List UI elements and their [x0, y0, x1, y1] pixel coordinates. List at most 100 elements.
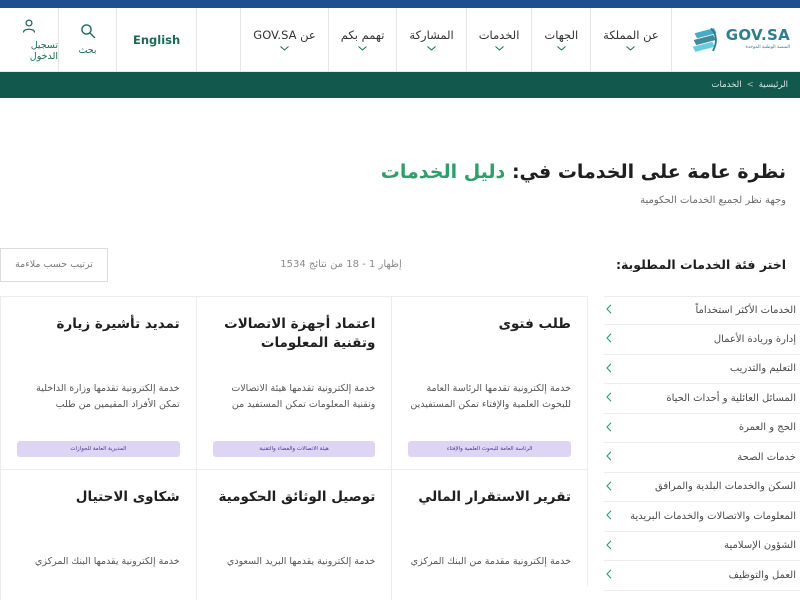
- service-card-description: خدمة إلكترونية تقدمها هيئة الاتصالات وتق…: [231, 382, 376, 411]
- service-card[interactable]: اعتماد أجهزة الاتصالات وتقنية المعلومات …: [195, 296, 392, 470]
- chevron-left-icon: [606, 333, 612, 345]
- sidebar-item-islamic-affairs[interactable]: الشؤون الإسلامية: [604, 532, 800, 562]
- services-grid: طلب فتوى خدمة إلكترونية تقدمها الرئاسة ا…: [0, 295, 588, 600]
- service-card-title: اعتماد أجهزة الاتصالات وتقنية المعلومات: [224, 315, 376, 352]
- chevron-left-icon: [606, 510, 612, 522]
- nav-item-we-care[interactable]: تهمم بكم: [327, 8, 397, 71]
- sidebar-item-labor-employment[interactable]: العمل والتوظيف: [604, 561, 800, 591]
- chevron-down-icon: [358, 46, 367, 51]
- nav-item-label: تهمم بكم: [340, 28, 385, 42]
- service-card-provider-badge: هيئة الاتصالات والفضاء والتقنية: [212, 440, 376, 457]
- login-button[interactable]: تسجيل الدخول: [0, 8, 58, 71]
- chevron-left-icon: [606, 392, 612, 404]
- search-button-label: بحث: [78, 45, 97, 56]
- chevron-down-icon: [556, 46, 566, 51]
- service-card-description: خدمة إلكترونية يقدمها البنك المركزي: [34, 555, 180, 567]
- chevron-left-icon: [606, 451, 612, 463]
- service-card-description: خدمة إلكترونية تقدمها وزارة الداخلية تمك…: [36, 382, 180, 411]
- results-toolbar: اختر فئة الخدمات المطلوبة: إظهار 1 - 18 …: [0, 247, 800, 282]
- page-subtitle: وجهة نظر لجميع الخدمات الحكومية: [640, 194, 786, 206]
- service-card-description: خدمة إلكترونية تقدمها الرئاسة العامة للب…: [410, 382, 571, 411]
- nav-item-about-govsa[interactable]: عن GOV.SA: [240, 8, 327, 71]
- breadcrumb: الرئيسية > الخدمات: [712, 80, 788, 90]
- sidebar-item-label: السكن والخدمات البلدية والمرافق: [655, 481, 796, 493]
- sidebar-item-label: خدمات الصحة: [737, 451, 796, 463]
- sidebar-item-label: العمل والتوظيف: [728, 569, 796, 581]
- sidebar-item-education[interactable]: التعليم والتدريب: [604, 355, 800, 385]
- chevron-left-icon: [606, 422, 612, 434]
- chevron-down-icon: [494, 46, 504, 51]
- service-card-title: تقرير الاستقرار المالي: [418, 488, 571, 505]
- chevron-down-icon: [626, 46, 636, 51]
- page-title-prefix: نظرة عامة على الخدمات في:: [511, 161, 786, 183]
- language-toggle-label: English: [133, 32, 181, 47]
- page-title: نظرة عامة على الخدمات في: دليل الخدمات: [0, 160, 786, 185]
- search-button[interactable]: بحث: [58, 8, 116, 71]
- chevron-left-icon: [606, 304, 612, 316]
- govsa-swoosh-icon: [692, 27, 717, 52]
- sidebar-item-label: الحج و العمرة: [738, 422, 796, 434]
- sidebar-item-hajj-umrah[interactable]: الحج و العمرة: [604, 414, 800, 444]
- service-card-title: شكاوى الاحتيال: [75, 488, 180, 505]
- nav-item-label: عن GOV.SA: [253, 28, 316, 42]
- nav-item-label: عن المملكة: [603, 28, 659, 42]
- chevron-left-icon: [606, 363, 612, 375]
- service-card[interactable]: توصيل الوثائق الحكومية خدمة إلكترونية يق…: [195, 469, 392, 600]
- service-card-description: خدمة إلكترونية مقدمة من البنك المركزي: [410, 555, 571, 567]
- nav-item-label: الجهات: [544, 28, 579, 42]
- service-card-description: خدمة إلكترونية يقدمها البريد السعودي: [226, 555, 376, 567]
- results-count: إظهار 1 - 18 من نتائج 1534: [280, 259, 402, 271]
- sidebar-item-label: إدارة وريادة الأعمال: [713, 333, 796, 345]
- nav-item-participation[interactable]: المشاركة: [396, 8, 465, 71]
- nav-item-label: المشاركة: [409, 28, 454, 42]
- sidebar-item-label: الشؤون الإسلامية: [724, 540, 796, 552]
- sort-dropdown-label: ترتيب حسب ملاءمة: [15, 259, 93, 271]
- sidebar-item-family[interactable]: المسائل العائلية و أحداث الحياة: [604, 384, 800, 414]
- sidebar-item-label: التعليم والتدريب: [729, 363, 796, 375]
- user-icon: [21, 18, 37, 37]
- service-card[interactable]: تمديد تأشيرة زيارة خدمة إلكترونية تقدمها…: [0, 296, 196, 470]
- breadcrumb-separator: >: [746, 80, 754, 90]
- service-card-title: توصيل الوثائق الحكومية: [218, 488, 376, 505]
- breadcrumb-home[interactable]: الرئيسية: [759, 80, 788, 90]
- chevron-left-icon: [606, 540, 612, 552]
- filter-heading: اختر فئة الخدمات المطلوبة:: [615, 257, 786, 273]
- brand-tagline: المنصة الوطنية الموحدة: [745, 45, 790, 51]
- nav-item-label: الخدمات: [478, 28, 520, 42]
- sidebar-item-label: المسائل العائلية و أحداث الحياة: [666, 392, 796, 404]
- breadcrumb-current[interactable]: الخدمات: [712, 80, 742, 90]
- service-card-provider-badge: الرئاسة العامة للبحوث العلمية والإفتاء: [408, 440, 571, 457]
- page-header: نظرة عامة على الخدمات في: دليل الخدمات و…: [0, 98, 800, 206]
- category-sidebar: الخدمات الأكثر استخداماً إدارة وريادة ال…: [588, 295, 800, 591]
- breadcrumb-bar: الرئيسية > الخدمات: [0, 72, 800, 98]
- sort-dropdown[interactable]: ترتيب حسب ملاءمة: [0, 247, 108, 282]
- sidebar-item-label: المعلومات والاتصالات والخدمات البريدية: [630, 510, 796, 522]
- service-card[interactable]: تقرير الاستقرار المالي خدمة إلكترونية مق…: [391, 469, 587, 600]
- main-navbar: GOV.SA المنصة الوطنية الموحدة عن المملكة…: [0, 8, 800, 72]
- nav-item-entities[interactable]: الجهات: [531, 8, 590, 71]
- chevron-down-icon: [280, 46, 289, 51]
- service-card-title: طلب فتوى: [498, 315, 571, 332]
- page-title-accent: دليل الخدمات: [380, 161, 506, 183]
- top-accent-strip: [0, 0, 800, 8]
- sidebar-item-label: الخدمات الأكثر استخداماً: [695, 304, 796, 316]
- nav-item-about-kingdom[interactable]: عن المملكة: [590, 8, 671, 71]
- sidebar-item-housing[interactable]: السكن والخدمات البلدية والمرافق: [604, 473, 800, 503]
- sidebar-item-health[interactable]: خدمات الصحة: [604, 443, 800, 473]
- chevron-left-icon: [606, 481, 612, 493]
- chevron-down-icon: [427, 46, 436, 51]
- login-button-label: تسجيل الدخول: [29, 39, 58, 62]
- search-icon: [80, 23, 96, 42]
- service-card-title: تمديد تأشيرة زيارة: [56, 315, 180, 332]
- sidebar-item-ict-postal[interactable]: المعلومات والاتصالات والخدمات البريدية: [604, 502, 800, 532]
- content-area: الخدمات الأكثر استخداماً إدارة وريادة ال…: [0, 295, 800, 600]
- navbar-spacer: [196, 8, 240, 71]
- language-toggle[interactable]: English: [116, 8, 196, 71]
- sidebar-item-most-used[interactable]: الخدمات الأكثر استخداماً: [604, 295, 800, 326]
- sidebar-item-business[interactable]: إدارة وريادة الأعمال: [604, 325, 800, 355]
- chevron-left-icon: [606, 569, 612, 581]
- nav-item-services[interactable]: الخدمات: [465, 8, 532, 71]
- service-card[interactable]: طلب فتوى خدمة إلكترونية تقدمها الرئاسة ا…: [391, 296, 587, 470]
- service-card[interactable]: شكاوى الاحتيال خدمة إلكترونية يقدمها الب…: [0, 469, 196, 600]
- site-logo[interactable]: GOV.SA المنصة الوطنية الموحدة: [670, 8, 800, 71]
